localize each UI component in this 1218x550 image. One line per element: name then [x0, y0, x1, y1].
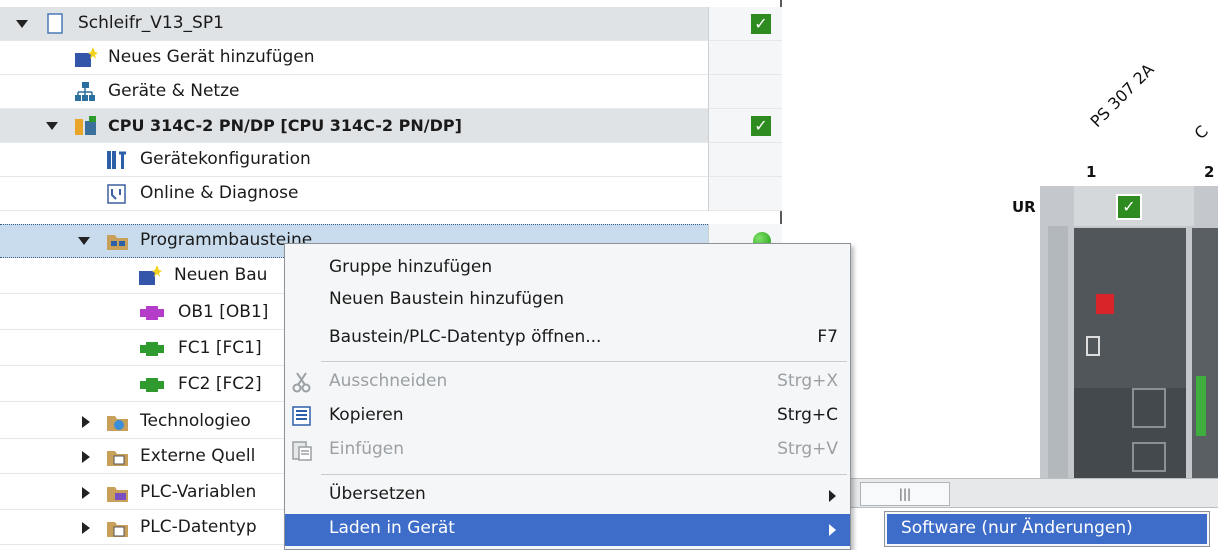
menu-item-download-to-device[interactable]: Laden in Gerät: [285, 514, 850, 546]
tree-label: Schleifr_V13_SP1: [78, 13, 224, 33]
menu-item-shortcut: Strg+V: [777, 439, 838, 459]
tree-label: FC1 [FC1]: [178, 338, 262, 358]
paste-icon: [291, 439, 313, 461]
ob-block-icon: [140, 302, 164, 324]
network-icon: [74, 81, 96, 103]
scissors-icon: [291, 371, 313, 393]
menu-item-compile[interactable]: Übersetzen: [285, 480, 850, 512]
status-cell: [708, 177, 782, 211]
module-lower: [1074, 388, 1186, 478]
tree-label: Neues Gerät hinzufügen: [108, 47, 315, 67]
status-cell: ✓: [708, 109, 782, 143]
status-cell: [708, 41, 782, 75]
status-cell: [708, 75, 782, 109]
status-cell: ✓: [708, 7, 782, 41]
folder-blocks-icon: [106, 230, 128, 252]
submenu: Software (nur Änderungen): [884, 511, 1210, 547]
expand-down-icon[interactable]: [16, 20, 28, 28]
tree-label: Neuen Bau: [174, 265, 268, 285]
tree-label: OB1 [OB1]: [178, 302, 269, 322]
menu-item-label: Übersetzen: [329, 484, 426, 504]
submenu-item-software-changes[interactable]: Software (nur Änderungen): [887, 514, 1207, 544]
fc-block-icon: [140, 374, 164, 396]
add-device-icon: [74, 47, 98, 69]
slot-number: 1: [1086, 163, 1097, 181]
menu-item-open-block[interactable]: Baustein/PLC-Datentyp öffnen... F7: [285, 323, 850, 355]
submenu-arrow-icon: [829, 524, 836, 536]
tree-label: Geräte & Netze: [108, 81, 240, 101]
slot-check-icon: ✓: [1116, 194, 1142, 220]
menu-item-label: Kopieren: [329, 405, 404, 425]
add-block-icon: [138, 265, 162, 287]
module-label-partial: C: [1190, 121, 1212, 143]
menu-item-paste[interactable]: Einfügen Strg+V: [285, 435, 850, 467]
device-config-icon: [106, 149, 128, 171]
tree-label: CPU 314C-2 PN/DP [CPU 314C-2 PN/DP]: [108, 116, 462, 135]
expand-right-icon[interactable]: [82, 522, 90, 534]
menu-item-label: Einfügen: [329, 439, 405, 459]
menu-item-cut[interactable]: Ausschneiden Strg+X: [285, 367, 850, 399]
online-diagnose-icon: [106, 183, 128, 205]
external-sources-folder-icon: [106, 446, 128, 468]
tree-label: Gerätekonfiguration: [140, 149, 311, 169]
project-file-icon: [44, 13, 66, 35]
module-switch: [1086, 336, 1100, 356]
menu-item-label: Baustein/PLC-Datentyp öffnen...: [329, 327, 602, 347]
check-icon: ✓: [751, 14, 771, 34]
menu-item-label: Gruppe hinzufügen: [329, 257, 493, 277]
plc-tags-folder-icon: [106, 482, 128, 504]
menu-item-shortcut: Strg+X: [777, 371, 838, 391]
menu-separator: [321, 474, 847, 475]
menu-item-add-group[interactable]: Gruppe hinzufügen: [285, 253, 850, 285]
tree-label: FC2 [FC2]: [178, 374, 262, 394]
menu-separator: [321, 361, 847, 362]
tree-row-add-device[interactable]: Neues Gerät hinzufügen: [0, 41, 708, 75]
tree-row-devices-networks[interactable]: Geräte & Netze: [0, 75, 708, 109]
cpu-module[interactable]: [1192, 228, 1218, 478]
slot-number: 2: [1204, 163, 1215, 181]
rack-label: UR: [1012, 198, 1036, 216]
menu-item-add-block[interactable]: Neuen Baustein hinzufügen: [285, 285, 850, 317]
scroll-thumb[interactable]: |||: [860, 482, 950, 506]
fc-block-icon: [140, 338, 164, 360]
power-supply-module[interactable]: [1074, 228, 1186, 478]
expand-right-icon[interactable]: [82, 451, 90, 463]
expand-down-icon[interactable]: [78, 237, 90, 245]
copy-icon: [291, 405, 313, 427]
menu-item-label: Ausschneiden: [329, 371, 448, 391]
status-cell: [708, 143, 782, 177]
module-terminal: [1132, 388, 1166, 428]
tree-row-online-diagnose[interactable]: Online & Diagnose: [0, 177, 708, 211]
technology-folder-icon: [106, 411, 128, 433]
expand-down-icon[interactable]: [46, 122, 58, 130]
tree-row-project[interactable]: Schleifr_V13_SP1: [0, 7, 708, 41]
module-terminal: [1132, 442, 1166, 472]
horizontal-scrollbar[interactable]: |||: [850, 478, 1218, 508]
tree-row-cpu[interactable]: CPU 314C-2 PN/DP [CPU 314C-2 PN/DP]: [0, 109, 708, 143]
menu-item-label: Laden in Gerät: [329, 518, 455, 538]
cpu-icon: [74, 115, 96, 137]
tree-label: Online & Diagnose: [140, 183, 299, 203]
tree-label: PLC-Variablen: [140, 482, 257, 502]
context-menu: Gruppe hinzufügen Neuen Baustein hinzufü…: [284, 243, 851, 550]
menu-item-shortcut: Strg+C: [776, 405, 838, 425]
module-indicator: [1196, 376, 1206, 436]
module-label: PS 307 2A: [1086, 59, 1158, 131]
tree-label: Externe Quell: [140, 446, 256, 466]
tree-label: PLC-Datentyp: [140, 517, 257, 537]
module-indicator: [1096, 294, 1114, 314]
menu-item-copy[interactable]: Kopieren Strg+C: [285, 401, 850, 433]
menu-item-shortcut: F7: [817, 327, 838, 347]
submenu-arrow-icon: [829, 490, 836, 502]
plc-datatypes-folder-icon: [106, 517, 128, 539]
expand-right-icon[interactable]: [82, 416, 90, 428]
menu-item-label: Neuen Baustein hinzufügen: [329, 289, 565, 309]
submenu-item-label: Software (nur Änderungen): [901, 518, 1133, 538]
tree-label: Technologieo: [140, 411, 251, 431]
expand-right-icon[interactable]: [82, 487, 90, 499]
tree-row-device-config[interactable]: Gerätekonfiguration: [0, 143, 708, 177]
rack-rail: [1048, 226, 1068, 478]
check-icon: ✓: [751, 116, 771, 136]
